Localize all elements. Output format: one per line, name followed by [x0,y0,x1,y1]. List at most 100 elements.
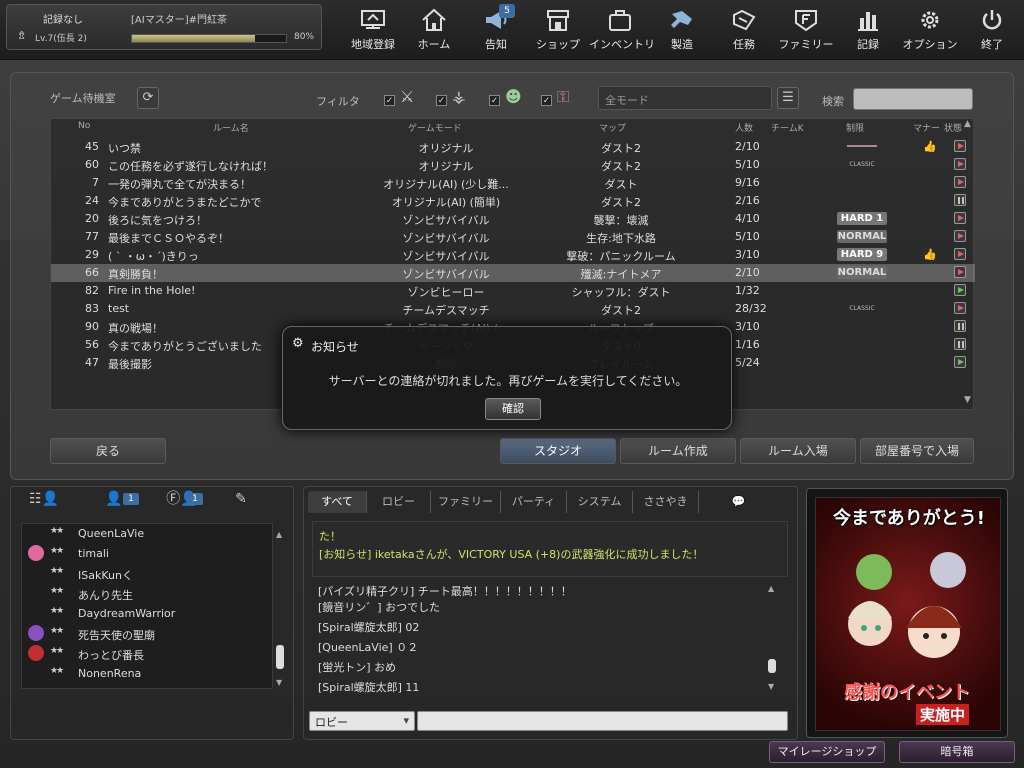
col-team: チームK [771,124,804,134]
svg-text:▼: ▼ [276,678,283,687]
svg-text:▼: ▼ [768,682,775,691]
filter-checkbox-locked[interactable]: ✓ [541,95,552,106]
friend-item[interactable]: ★★ NonenRena [22,664,272,684]
friend-item[interactable]: ★★ ISakKunく [22,564,272,584]
room-row[interactable]: 66 真剣勝負！ ゾンビサバイバル 殲滅:ナイトメア 2/10 NORMAL [51,264,975,282]
mileage-shop-button[interactable]: マイレージショップ [769,741,885,763]
enter-room-button[interactable]: ルーム入場 [740,438,856,464]
event-banner[interactable]: 今までありがとう! 感謝のイベント 実施中 [806,488,1008,738]
room-no: 20 [85,212,99,225]
nav-label: 任務 [733,38,755,51]
friend-list-scrollbar[interactable]: ▲▼ [275,527,285,687]
chat-message: [Spiral螺旋太郎] 11 [318,681,420,694]
nav-mission[interactable]: 任務 [713,4,775,52]
filter-checkbox-joinable[interactable]: ✓ [489,95,500,106]
chat-tab-all[interactable]: すべて [308,491,366,513]
chat-channel-select[interactable]: ロビー [309,711,415,731]
room-no: 47 [85,356,99,369]
nav-record[interactable]: 記録 [837,4,899,52]
chat-input[interactable] [417,711,788,731]
room-no: 66 [85,266,99,279]
chat-tab-whisper[interactable]: ささやき [632,491,698,513]
room-name: 今までありがとうございました [108,340,262,353]
room-name: いつ禁 [108,142,141,155]
chat-tab-party[interactable]: パーティ [500,491,566,513]
friend-item[interactable]: ★★ DaydreamWarrior [22,604,272,624]
room-mode: ゾンビサバイバル [402,214,490,227]
col-map: マップ [599,124,627,134]
refresh-button[interactable]: ⟳ [137,87,159,109]
filter-settings-button[interactable]: ☰ [777,87,799,109]
friend-item[interactable]: ★★ 死告天使の聖廟 [22,624,272,644]
nav-label: 記録 [857,38,879,51]
room-mode: オリジナル [418,160,474,173]
filter-checkbox-zombie[interactable]: ✓ [436,95,447,106]
thumbs-up-icon: 👍 [923,140,937,153]
game-mode-select[interactable]: 全モード [598,86,772,110]
confirm-button[interactable]: 確認 [485,398,541,420]
room-no: 90 [85,320,99,333]
friend-item[interactable]: ★★ timali [22,544,272,564]
room-row[interactable]: 45 いつ禁 オリジナル ダスト2 2/10 👍 [51,138,975,156]
friend-name: NonenRena [78,667,142,680]
nav-crafting[interactable]: 製造 [651,4,713,52]
room-mode: ゾンビサバイバル [402,232,490,245]
room-row[interactable]: 20 後ろに気をつけろ！ ゾンビサバイバル 襲撃：壊滅 4/10 HARD 1 [51,210,975,228]
room-num: 1/32 [735,284,760,297]
room-limit-badge [837,140,887,153]
nav-region-register[interactable]: 地域登録 [342,4,404,52]
nav-inventory[interactable]: インベントリ [589,4,655,52]
room-name: 真剣勝負！ [108,268,163,281]
enter-by-number-button[interactable]: 部屋番号で入場 [860,438,974,464]
room-name: test [108,302,130,315]
filter-checkbox-gun[interactable]: ✓ [384,95,395,106]
room-row[interactable]: 77 最後までＣＳＯやるぞ！ ゾンビサバイバル 生存:地下水路 5/10 NORMAL [51,228,975,246]
room-no: 24 [85,194,99,207]
nav-family[interactable]: ファミリー [775,4,837,52]
room-mode: ゾンビサバイバル [402,250,490,263]
room-map: ダスト2 [601,142,641,155]
nav-home[interactable]: ホーム [403,4,465,52]
room-row[interactable]: 60 この任務を必ず遂行しなければ！ オリジナル ダスト2 5/10 CLASSIC [51,156,975,174]
game-lobby-screen: 記録なし [AIマスター]#門紅茶 ⇯ Lv.7(伍長 2) 80% 地域登録 … [0,0,1024,768]
nav-options[interactable]: オプション [899,4,961,52]
create-room-button[interactable]: ルーム作成 [620,438,736,464]
nav-notice[interactable]: 5 告知 [465,4,527,52]
col-room-name: ルーム名 [213,124,249,134]
rank-icon: ★★ [50,526,64,536]
chat-emote-button[interactable]: 💬 [698,491,778,513]
nav-shop[interactable]: ショップ [527,4,589,52]
room-row[interactable]: 7 一発の弾丸で全てが決まる！ オリジナル(AI) (少し難... ダスト 9/16 [51,174,975,192]
room-no: 56 [85,338,99,351]
scroll-down-icon[interactable]: ▼ [964,395,971,405]
chat-scrollbar[interactable]: ▲▼ [766,583,778,691]
search-label: 検索 [822,95,844,108]
room-map: 殲滅:ナイトメア [580,268,662,281]
chat-tab-lobby[interactable]: ロビー [366,491,430,513]
back-button[interactable]: 戻る [50,438,166,464]
power-icon [982,10,1002,30]
studio-button[interactable]: スタジオ [500,438,616,464]
search-input[interactable] [853,88,973,110]
tab-friend-list[interactable]: ☷👤 [19,487,69,513]
room-row[interactable]: 83 test チームデスマッチ ダスト2 28/32 CLASSIC [51,300,975,318]
room-num: 2/10 [735,266,760,279]
chat-tab-system[interactable]: システム [566,491,632,513]
friend-item[interactable]: ★★ QueenLaVie [22,524,272,544]
friend-item[interactable]: ★★ わっとび番長 [22,644,272,664]
chat-message: [鏡音リン゛] おつでした [318,601,441,614]
chat-tab-family[interactable]: ファミリー [430,491,500,513]
friend-item[interactable]: ★★ あんり先生 [22,584,272,604]
scroll-up-icon[interactable]: ▲ [964,119,971,129]
room-row[interactable]: 82 Fire in the Hole! ゾンビヒーロー シャッフル：ダスト 1/32 [51,282,975,300]
friend-name: QueenLaVie [78,527,145,540]
friend-name: わっとび番長 [78,649,144,662]
tab-memo[interactable]: ✎ [221,487,261,513]
nav-label: ファミリー [778,38,834,51]
room-name: 最後撮影 [108,358,152,371]
nav-exit[interactable]: 終了 [961,4,1023,52]
play-status-icon [954,302,966,314]
room-row[interactable]: 29 ( ` ・ω・´)きりっ ゾンビサバイバル 撃破：パニックルーム 3/10 HARD… [51,246,975,264]
code-box-button[interactable]: 暗号箱 [899,741,1015,763]
room-row[interactable]: 24 今までありがとうまたどこかで オリジナル(AI) (簡単) ダスト2 2/16 [51,192,975,210]
